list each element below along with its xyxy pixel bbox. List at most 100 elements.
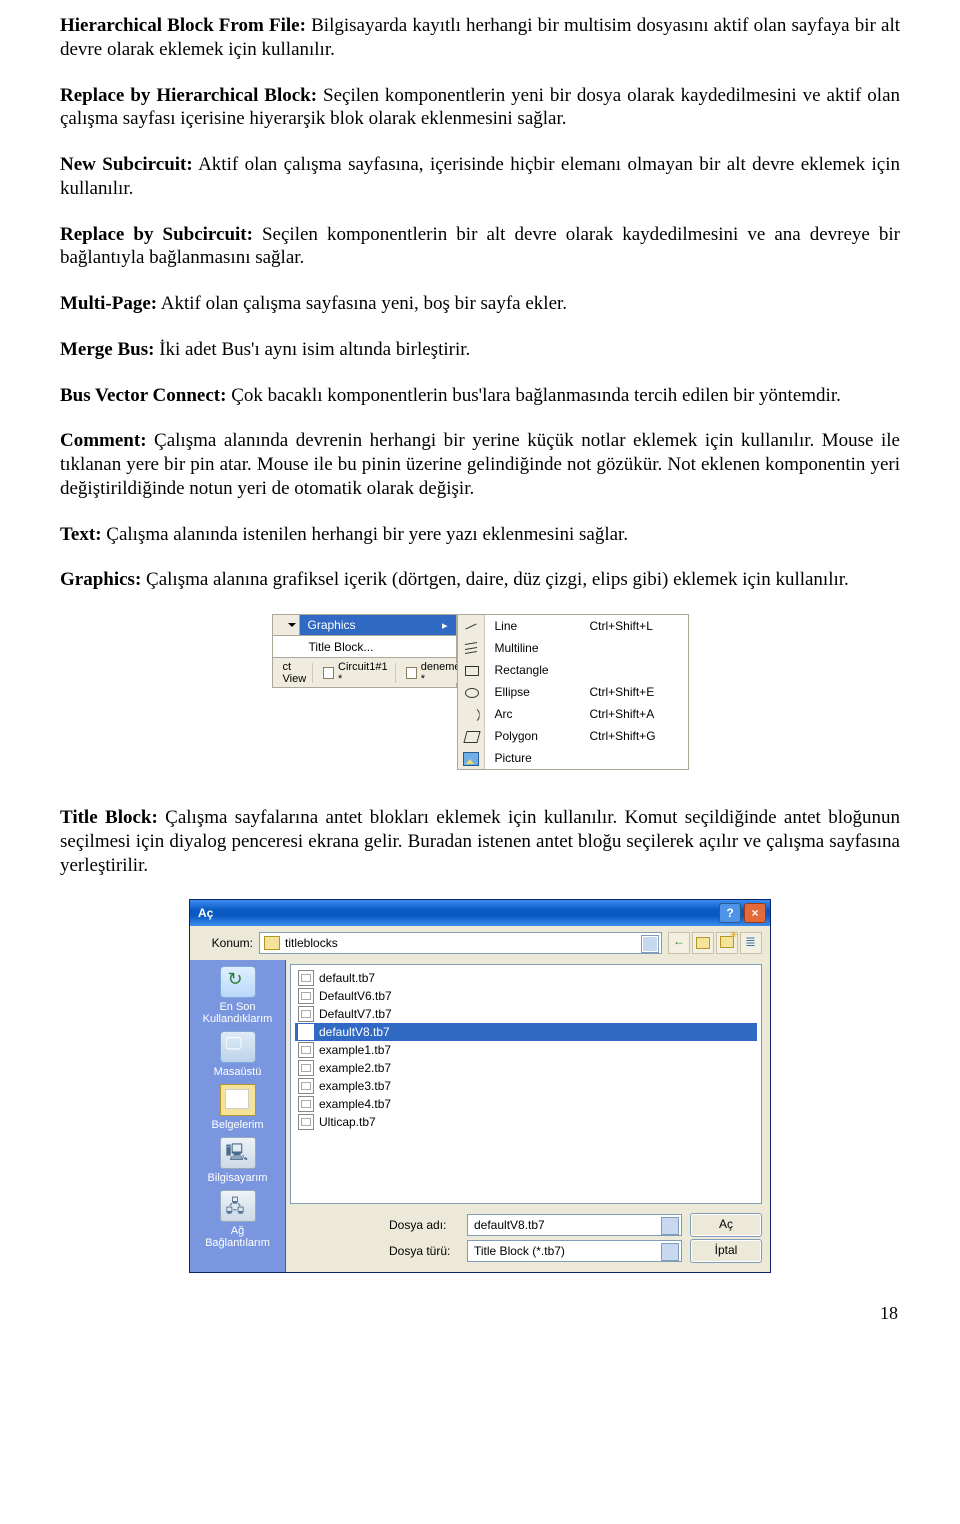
term: Title Block: (60, 807, 158, 828)
body: Çalışma alanında devrenin herhangi bir y… (60, 430, 900, 499)
file-item[interactable]: DefaultV7.tb7 (295, 1005, 757, 1023)
file-name: DefaultV6.tb7 (319, 989, 392, 1003)
para-merge-bus: Merge Bus: İki adet Bus'ı aynı isim altı… (60, 338, 900, 362)
place-desktop[interactable]: Masaüstü (198, 1031, 278, 1078)
term: Replace by Subcircuit: (60, 224, 253, 245)
para-hier-block-file: Hierarchical Block From File: Bilgisayar… (60, 14, 900, 62)
file-icon (298, 970, 314, 986)
para-multi-page: Multi-Page: Aktif olan çalışma sayfasına… (60, 292, 900, 316)
submenu-item-arc[interactable]: Arc Ctrl+Shift+A (458, 703, 688, 725)
file-icon (298, 1006, 314, 1022)
documents-icon (220, 1084, 256, 1116)
view-menu-button[interactable] (740, 932, 762, 954)
file-name: Ulticap.tb7 (319, 1115, 376, 1129)
file-name: defaultV8.tb7 (319, 1025, 390, 1039)
arc-icon (464, 707, 478, 721)
term: Hierarchical Block From File: (60, 15, 306, 36)
cancel-button[interactable]: İptal (690, 1239, 762, 1263)
file-icon (298, 1096, 314, 1112)
file-name-field[interactable]: defaultV8.tb7 (467, 1214, 682, 1236)
file-icon (298, 1060, 314, 1076)
polygon-icon (464, 729, 478, 743)
submenu-item-polygon[interactable]: Polygon Ctrl+Shift+G (458, 725, 688, 747)
file-icon (298, 988, 314, 1004)
body: Çalışma alanına grafiksel içerik (dörtge… (141, 569, 849, 590)
file-item[interactable]: example1.tb7 (295, 1041, 757, 1059)
desktop-icon (220, 1031, 256, 1063)
submenu-item-picture[interactable]: Picture (458, 747, 688, 769)
menu-item-graphics[interactable]: Graphics (300, 614, 457, 636)
file-name: example4.tb7 (319, 1097, 391, 1111)
rectangle-icon (464, 663, 478, 677)
body: Aktif olan çalışma sayfasına yeni, boş b… (157, 293, 567, 314)
file-icon (298, 1078, 314, 1094)
file-icon (298, 1114, 314, 1130)
new-folder-button[interactable] (716, 932, 738, 954)
submenu-item-multiline[interactable]: Multiline (458, 637, 688, 659)
para-replace-hier: Replace by Hierarchical Block: Seçilen k… (60, 84, 900, 132)
look-in-value: titleblocks (285, 936, 338, 950)
back-button[interactable] (668, 932, 690, 954)
term: Replace by Hierarchical Block: (60, 85, 317, 106)
file-name: DefaultV7.tb7 (319, 1007, 392, 1021)
graphics-submenu: Line Ctrl+Shift+L Multiline Rectangle El… (457, 614, 689, 770)
close-button[interactable]: × (744, 903, 766, 923)
open-dialog: Aç ? × Konum: titleblocks (189, 899, 771, 1273)
submenu-item-rectangle[interactable]: Rectangle (458, 659, 688, 681)
term: Merge Bus: (60, 339, 154, 360)
dialog-titlebar[interactable]: Aç ? × (190, 900, 770, 926)
para-title-block: Title Block: Çalışma sayfalarına antet b… (60, 806, 900, 877)
picture-icon (463, 752, 479, 766)
menu-split-icon[interactable] (272, 614, 300, 636)
line-icon (464, 619, 478, 633)
place-network[interactable]: Ağ Bağlantılarım (198, 1190, 278, 1249)
computer-icon (220, 1137, 256, 1169)
para-replace-subcircuit: Replace by Subcircuit: Seçilen komponent… (60, 223, 900, 271)
file-item[interactable]: example4.tb7 (295, 1095, 757, 1113)
body: Çok bacaklı komponentlerin bus'lara bağl… (226, 385, 840, 406)
menu-item-title-block[interactable]: Title Block... (272, 636, 457, 658)
submenu-item-line[interactable]: Line Ctrl+Shift+L (458, 615, 688, 637)
term: Text: (60, 524, 102, 545)
multiline-icon (464, 641, 478, 655)
file-icon (298, 1024, 314, 1040)
para-comment: Comment: Çalışma alanında devrenin herha… (60, 429, 900, 500)
para-graphics: Graphics: Çalışma alanına grafiksel içer… (60, 568, 900, 592)
submenu-item-ellipse[interactable]: Ellipse Ctrl+Shift+E (458, 681, 688, 703)
file-item[interactable]: defaultV8.tb7 (295, 1023, 757, 1041)
tab-circuit1[interactable]: Circuit1#1 * (317, 663, 396, 683)
body: İki adet Bus'ı aynı isim altında birleşt… (154, 339, 470, 360)
file-type-combo[interactable]: Title Block (*.tb7) (467, 1240, 682, 1262)
figure-open-dialog: Aç ? × Konum: titleblocks (60, 899, 900, 1273)
page-number: 18 (60, 1303, 900, 1324)
term: Graphics: (60, 569, 141, 590)
recent-icon (220, 966, 256, 998)
tab-strip: ct View Circuit1#1 * deneme(X1) * (272, 658, 457, 688)
file-type-label: Dosya türü: (389, 1244, 459, 1258)
file-item[interactable]: DefaultV6.tb7 (295, 987, 757, 1005)
para-text: Text: Çalışma alanında istenilen herhang… (60, 523, 900, 547)
place-recent[interactable]: En Son Kullandıklarım (198, 966, 278, 1025)
up-one-level-button[interactable] (692, 932, 714, 954)
file-list[interactable]: default.tb7 DefaultV6.tb7 DefaultV7.tb7 def… (290, 964, 762, 1204)
places-bar: En Son Kullandıklarım Masaüstü Belgeleri… (190, 960, 286, 1272)
place-documents[interactable]: Belgelerim (198, 1084, 278, 1131)
file-item[interactable]: Ulticap.tb7 (295, 1113, 757, 1131)
document-icon (406, 667, 417, 679)
document-icon (323, 667, 334, 679)
term: Bus Vector Connect: (60, 385, 226, 406)
place-computer[interactable]: Bilgisayarım (198, 1137, 278, 1184)
help-button[interactable]: ? (719, 903, 741, 923)
file-name: example1.tb7 (319, 1043, 391, 1057)
look-in-label: Konum: (198, 936, 253, 950)
look-in-combo[interactable]: titleblocks (259, 932, 662, 954)
body: Çalışma sayfalarına antet blokları eklem… (60, 807, 900, 876)
tab-view[interactable]: ct View (277, 663, 314, 683)
file-item[interactable]: example3.tb7 (295, 1077, 757, 1095)
file-item[interactable]: example2.tb7 (295, 1059, 757, 1077)
para-bus-vector-connect: Bus Vector Connect: Çok bacaklı komponen… (60, 384, 900, 408)
open-button[interactable]: Aç (690, 1213, 762, 1237)
file-item[interactable]: default.tb7 (295, 969, 757, 987)
file-name-label: Dosya adı: (389, 1218, 459, 1232)
body: Çalışma alanında istenilen herhangi bir … (102, 524, 629, 545)
